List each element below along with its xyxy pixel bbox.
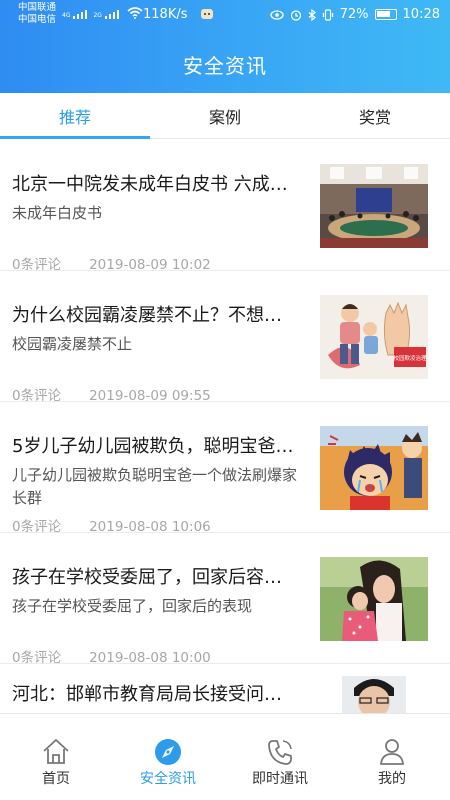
bullying-thumbnail[interactable]: 校园欺凌治理: [320, 295, 428, 379]
article-summary: 儿子幼儿园被欺负聪明宝爸一个做法刷爆家长群: [12, 466, 298, 507]
article-meta: 0条评论 2019-08-08 10:06: [12, 515, 211, 535]
article-item[interactable]: 河北：邯郸市教育局局长接受问…: [0, 664, 450, 713]
mother-child-thumbnail[interactable]: [320, 557, 428, 641]
vibrate-icon: [322, 8, 333, 21]
carrier-1: 中国联通: [18, 2, 57, 13]
article-summary: 校园霸凌屡禁不止: [12, 335, 133, 353]
nav-profile-label: 我的: [378, 771, 406, 787]
eye-icon: [269, 9, 284, 20]
home-icon: [43, 739, 69, 764]
tab-rewards[interactable]: 奖赏: [300, 93, 450, 139]
nav-home-label: 首页: [42, 771, 70, 787]
nav-instant-messaging[interactable]: 即时通讯: [224, 714, 336, 800]
alarm-icon: [290, 9, 301, 21]
article-title: 孩子在学校受委屈了，回家后容…: [12, 567, 282, 588]
article-summary: 未成年白皮书: [12, 204, 103, 222]
app-header: 中国联通 中国电信 4G 2G 118K/s 72% 10:28 安全资讯: [0, 0, 450, 93]
article-list[interactable]: 北京一中院发未成年白皮书 六成… 未成年白皮书 0条评论 2019-08-09 1…: [0, 140, 450, 713]
page-title: 安全资讯: [183, 54, 267, 78]
tab-cases[interactable]: 案例: [150, 93, 300, 139]
status-right: 72% 10:28: [269, 7, 440, 22]
article-item[interactable]: 为什么校园霸凌屡禁不止？不想… 校园霸凌屡禁不止 0条评论 2019-08-09 …: [0, 271, 450, 404]
article-title: 河北：邯郸市教育局局长接受问…: [12, 684, 282, 705]
article-item[interactable]: 5岁儿子幼儿园被欺负，聪明宝爸… 儿子幼儿园被欺负聪明宝爸一个做法刷爆家长群 0…: [0, 402, 450, 535]
nav-home[interactable]: 首页: [0, 714, 112, 800]
battery-percent: 72%: [339, 7, 369, 22]
nav-safety-news[interactable]: 安全资讯: [112, 714, 224, 800]
status-bar: 中国联通 中国电信 4G 2G 118K/s 72% 10:28: [0, 0, 450, 32]
article-meta: 0条评论 2019-08-08 10:00: [12, 646, 211, 666]
tab-recommend[interactable]: 推荐: [0, 93, 150, 139]
network-speed: 118K/s: [143, 7, 188, 22]
active-tab-indicator: [0, 136, 150, 139]
wifi-icon: [127, 7, 143, 19]
carrier-2: 中国电信: [18, 14, 57, 25]
battery-icon: [374, 9, 397, 20]
crying-child-thumbnail[interactable]: [320, 426, 428, 510]
article-title: 北京一中院发未成年白皮书 六成…: [12, 174, 288, 195]
network-type-1: 4G: [62, 12, 71, 19]
nav-instant-messaging-label: 即时通讯: [252, 771, 308, 787]
carrier-info: 中国联通 中国电信: [18, 2, 56, 26]
official-thumbnail[interactable]: [320, 676, 428, 713]
user-icon: [380, 739, 404, 765]
phone-icon: [268, 740, 292, 765]
clock: 10:28: [402, 7, 440, 22]
nav-profile[interactable]: 我的: [336, 714, 448, 800]
bluetooth-icon: [308, 8, 316, 21]
app-notification-icon: [201, 9, 213, 19]
article-meta: 0条评论 2019-08-09 10:02: [12, 253, 211, 273]
signal-icon: 4G 2G: [62, 7, 143, 19]
category-tabs: 推荐 案例 奖赏: [0, 93, 450, 139]
article-meta: 0条评论 2019-08-09 09:55: [12, 384, 211, 404]
article-summary: 孩子在学校受委屈了，回家后的表现: [12, 597, 253, 615]
thumbnail-caption: 校园欺凌治理: [393, 354, 427, 362]
article-title: 为什么校园霸凌屡禁不止？不想…: [12, 305, 282, 326]
compass-icon: [155, 739, 181, 765]
article-item[interactable]: 北京一中院发未成年白皮书 六成… 未成年白皮书 0条评论 2019-08-09 1…: [0, 140, 450, 273]
article-item[interactable]: 孩子在学校受委屈了，回家后容… 孩子在学校受委屈了，回家后的表现 0条评论 201…: [0, 533, 450, 666]
network-type-2: 2G: [93, 12, 102, 19]
meeting-room-thumbnail[interactable]: [320, 164, 428, 248]
nav-safety-news-label: 安全资讯: [140, 771, 196, 787]
article-title: 5岁儿子幼儿园被欺负，聪明宝爸…: [12, 436, 294, 457]
bottom-tab-bar: 首页 安全资讯 即时通讯 我的: [0, 713, 450, 800]
